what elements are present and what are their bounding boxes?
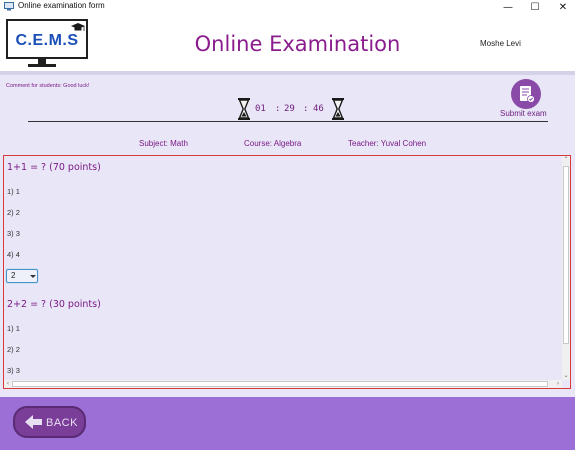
vertical-scroll-thumb[interactable] [563,166,569,344]
questions-panel[interactable]: 1+1 = ? (70 points) 1) 1 2) 2 3) 3 4) 4 … [3,155,571,389]
hourglass-icon [238,98,250,120]
window-title-bar: Online examination form — ☐ ✕ [0,0,575,15]
graduation-cap-icon [71,23,85,31]
timer-divider [28,121,548,122]
close-button[interactable]: ✕ [548,0,575,15]
timer-minutes: 29 [284,104,295,114]
answer-option: 1) 1 [7,187,20,196]
back-button[interactable]: BACK [13,406,86,438]
answer-option: 3) 3 [7,229,20,238]
exam-course: Course: Algebra [244,139,302,148]
cems-logo: C.E.M.S [6,19,88,59]
horizontal-scroll-thumb[interactable] [12,381,548,387]
timer-separator: : [275,104,281,114]
timer-separator: : [303,104,309,114]
scroll-left-icon[interactable]: ‹ [4,380,12,388]
logo-base [28,64,56,67]
submit-exam-button[interactable] [511,79,541,109]
scroll-up-icon[interactable]: ⌃ [562,156,570,164]
horizontal-scrollbar[interactable]: ‹ › [4,380,562,388]
back-button-label: BACK [46,417,78,429]
logo-text: C.E.M.S [15,32,79,49]
teacher-comment: Comment for students: Good luck! [6,83,90,89]
scroll-down-icon[interactable]: ⌄ [562,372,570,380]
answer-select[interactable]: 2 [6,269,38,283]
exam-subject: Subject: Math [139,139,188,148]
answer-option: 2) 2 [7,345,20,354]
exam-teacher: Teacher: Yuval Cohen [348,139,427,148]
maximize-button[interactable]: ☐ [520,0,550,15]
hourglass-icon [332,98,344,120]
answer-option: 3) 3 [7,366,20,375]
header: C.E.M.S Online Examination Moshe Levi [0,15,575,75]
timer-hours: 01 [255,104,266,114]
answer-option: 2) 2 [7,208,20,217]
answer-option: 4) 4 [7,250,20,259]
back-arrow-icon [25,415,42,429]
answer-select-value: 2 [11,271,16,280]
user-name: Moshe Levi [480,39,521,48]
question-title: 1+1 = ? (70 points) [7,162,101,173]
timer-seconds: 46 [313,104,324,114]
app-icon [4,2,14,11]
page-title: Online Examination [194,32,401,56]
document-check-icon [520,86,535,103]
scroll-right-icon[interactable]: › [554,380,562,388]
answer-option: 1) 1 [7,324,20,333]
chevron-down-icon [30,275,36,278]
submit-exam-label: Submit exam [500,109,547,118]
footer: BACK [0,397,575,450]
vertical-scrollbar[interactable]: ⌃ ⌄ [562,156,570,380]
minimize-button[interactable]: — [493,0,523,15]
window-title: Online examination form [18,1,105,10]
question-title: 2+2 = ? (30 points) [7,299,101,310]
